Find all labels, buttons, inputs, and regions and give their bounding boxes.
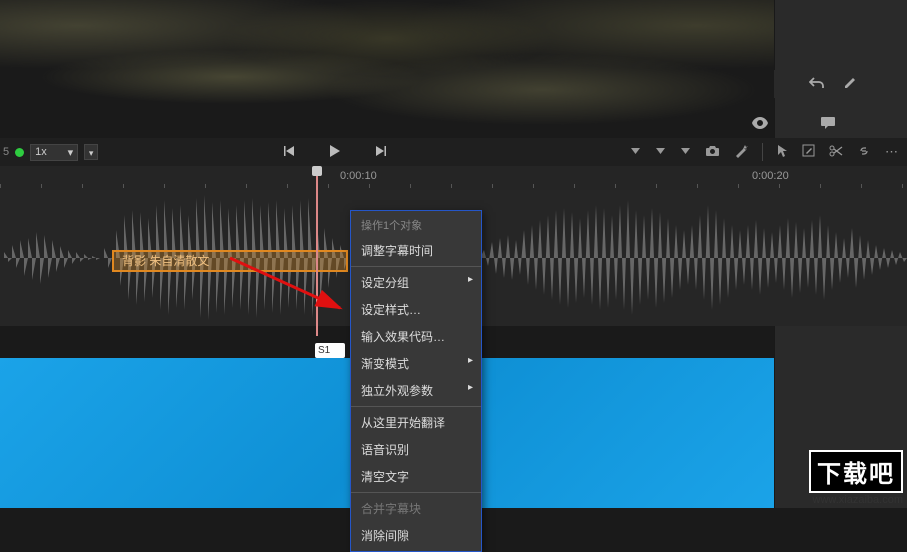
menu-separator (351, 406, 481, 407)
chevron-down-icon: ▾ (68, 146, 74, 159)
menu-header: 操作1个对象 (351, 213, 481, 237)
menu-input-effect[interactable]: 输入效果代码… (351, 323, 481, 350)
timeline-ruler[interactable]: 0:00:10 0:00:20 (0, 166, 907, 190)
skip-back-icon[interactable] (283, 145, 295, 160)
track-handle[interactable]: S1 (315, 343, 345, 358)
cursor-icon[interactable] (777, 144, 788, 161)
five-label: 5 (3, 146, 9, 158)
subtitle-text: 背影 朱自清散文 (122, 254, 209, 268)
menu-set-group-label: 设定分组 (361, 276, 409, 290)
camera-icon[interactable] (705, 145, 720, 160)
marker-down3-icon[interactable] (680, 145, 691, 160)
marker-down-icon[interactable] (630, 145, 641, 160)
chevron-right-icon: ▸ (468, 355, 473, 366)
undo-icon[interactable] (809, 76, 825, 93)
transport-bar: 5 1x ▾ ▾ (0, 138, 907, 166)
chevron-right-icon: ▸ (468, 274, 473, 285)
handle-label: S1 (318, 345, 330, 356)
watermark-url: www.xiazaiba.com (809, 494, 903, 506)
menu-remove-gap[interactable]: 消除间隙 (351, 522, 481, 549)
marker-down2-icon[interactable] (655, 145, 666, 160)
menu-clear-text[interactable]: 清空文字 (351, 463, 481, 490)
scissors-icon[interactable] (829, 144, 843, 161)
play-icon[interactable] (329, 144, 341, 161)
toolbar-divider (762, 143, 763, 161)
record-indicator-icon (15, 148, 24, 157)
subtitle-clip[interactable]: 背影 朱自清散文 (112, 250, 348, 272)
more-icon[interactable]: ⋯ (885, 144, 898, 160)
menu-merge-subtitle: 合并字幕块 (351, 495, 481, 522)
wand-icon[interactable] (734, 144, 748, 161)
edit-box-icon[interactable] (802, 144, 815, 160)
video-preview (0, 0, 774, 128)
menu-set-style[interactable]: 设定样式… (351, 296, 481, 323)
speed-dropdown-extra[interactable]: ▾ (84, 144, 98, 160)
link-icon[interactable] (857, 144, 871, 161)
context-menu: 操作1个对象 调整字幕时间 设定分组 ▸ 设定样式… 输入效果代码… 渐变模式 … (350, 210, 482, 552)
menu-independent-label: 独立外观参数 (361, 384, 433, 398)
speed-value: 1x (35, 146, 47, 158)
menu-translate[interactable]: 从这里开始翻译 (351, 409, 481, 436)
menu-speech-recognition[interactable]: 语音识别 (351, 436, 481, 463)
menu-adjust-time[interactable]: 调整字幕时间 (351, 237, 481, 264)
menu-set-group[interactable]: 设定分组 ▸ (351, 269, 481, 296)
menu-separator (351, 492, 481, 493)
ruler-time-20: 0:00:20 (752, 170, 789, 182)
skip-forward-icon[interactable] (375, 145, 387, 160)
edit-pencil-icon[interactable] (843, 76, 857, 93)
watermark-logo: 下载吧 (809, 450, 903, 493)
speed-selector[interactable]: 1x ▾ (30, 144, 78, 161)
menu-independent-appearance[interactable]: 独立外观参数 ▸ (351, 377, 481, 404)
chevron-right-icon: ▸ (468, 382, 473, 393)
menu-gradient-mode[interactable]: 渐变模式 ▸ (351, 350, 481, 377)
menu-gradient-label: 渐变模式 (361, 357, 409, 371)
visibility-icon[interactable] (752, 116, 768, 132)
watermark: 下载吧 www.xiazaiba.com (809, 450, 903, 506)
playhead[interactable] (316, 166, 318, 336)
ruler-time-10: 0:00:10 (340, 170, 377, 182)
comment-icon[interactable] (820, 116, 836, 133)
menu-separator (351, 266, 481, 267)
